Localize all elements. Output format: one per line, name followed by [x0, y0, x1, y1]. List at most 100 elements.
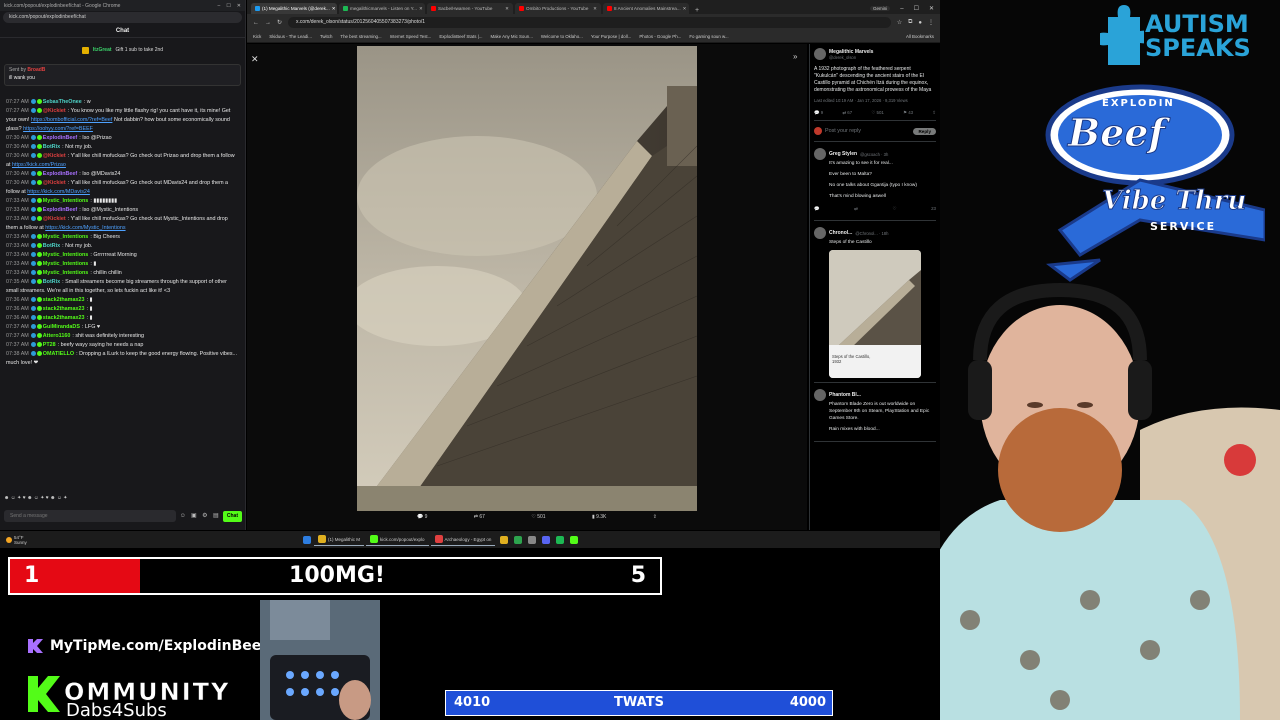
chat-message[interactable]: 07:33 AM ExplodinBeef: Iso @Mystic_Intent… [6, 206, 240, 215]
reload-icon[interactable]: ↻ [277, 19, 282, 26]
minimize-icon[interactable]: – [900, 6, 903, 12]
windows-start-icon[interactable] [303, 535, 311, 544]
weather-widget[interactable]: 54°F Sunny [0, 535, 300, 545]
emoji-icon[interactable]: ☺ [179, 512, 187, 520]
gemini-button[interactable]: Gemini [869, 6, 891, 11]
chat-message-input[interactable] [4, 510, 176, 522]
avatar[interactable] [814, 389, 826, 401]
message-username[interactable]: BotRix [43, 144, 60, 150]
message-username[interactable]: stack2thamax23 [43, 315, 85, 321]
obs-icon[interactable] [528, 535, 537, 544]
chat-message[interactable]: 07:38 AM OMATIELLO: Dropping a lLurk to k… [6, 350, 240, 368]
chat-message[interactable]: 07:36 AM stack2thamax23: ▮ [6, 305, 240, 314]
views-action[interactable]: ▮ 9.3K [592, 514, 606, 526]
message-username[interactable]: Mystic_Intentions [43, 234, 89, 240]
message-link[interactable]: https://bombofficial.com/?ref=Beef [31, 117, 113, 123]
chat-message[interactable]: 07:30 AM @Kickiet: Y'all like chill mofuc… [6, 152, 240, 170]
kick-icon[interactable] [570, 535, 579, 544]
message-username[interactable]: Mystic_Intentions [43, 252, 89, 258]
bookmark-item[interactable]: Photos - Google Ph... [639, 34, 681, 39]
back-icon[interactable]: ← [253, 20, 259, 26]
reply-post[interactable]: Chronol... @Chronol... · 18h Steps of the … [814, 227, 936, 383]
message-username[interactable]: Attero1160 [43, 333, 71, 339]
tab-close-icon[interactable]: ✕ [593, 6, 597, 12]
bookmark-item[interactable]: Kick [253, 34, 261, 39]
forward-icon[interactable]: → [265, 20, 271, 26]
chat-message[interactable]: 07:37 AM PT28: beefy wayy saying he needs… [6, 341, 240, 350]
reply-post[interactable]: Greg Stylen @gscoach · 3h It's amazing to … [814, 148, 936, 221]
bookmark-star-icon[interactable]: ☆ [897, 19, 902, 26]
message-username[interactable]: BotRix [43, 243, 60, 249]
message-username[interactable]: SebasTheOnee [43, 99, 82, 105]
view-count[interactable]: 23 [931, 206, 936, 212]
message-link[interactable]: https://oohyy.com/?ref=BEEF [23, 126, 93, 132]
message-username[interactable]: ExplodinBeef [43, 207, 77, 213]
avatar[interactable] [814, 148, 826, 160]
chat-message-list[interactable]: 07:27 AM SebasTheOnee: w 07:27 AM @Kickiet:… [0, 98, 245, 493]
tab-close-icon[interactable]: ✕ [419, 6, 423, 12]
message-username[interactable]: stack2thamax23 [43, 306, 85, 312]
gift-icon[interactable]: ▣ [190, 512, 198, 520]
message-link[interactable]: https://kick.com/Mystic_Intentions [45, 225, 125, 231]
reply-author[interactable]: Greg Stylen @gscoach · 3h [814, 148, 936, 160]
chat-message[interactable]: 07:35 AM BotRix: Small streamers become b… [6, 278, 240, 296]
avatar[interactable] [814, 48, 826, 60]
message-username[interactable]: @Kickiet [43, 153, 66, 159]
bookmark-item[interactable]: Welcome to Oklaho... [541, 34, 583, 39]
bookmark-item[interactable]: Internet Speed Test... [390, 34, 432, 39]
profile-icon[interactable]: ● [918, 20, 922, 26]
close-icon[interactable]: ✕ [929, 5, 934, 12]
chat-message[interactable]: 07:33 AM Mystic_Intentions: chillin chill… [6, 269, 240, 278]
address-bar[interactable]: x.com/derek_olson/status/201256040550738… [288, 17, 891, 28]
browser-tab[interactable]: 8 Ancient Anomalies Mainstrea... ✕ [603, 3, 689, 14]
bookmark-item[interactable]: Twitch [320, 34, 332, 39]
like-action[interactable]: ♡ 501 [531, 514, 545, 526]
reply-author[interactable]: Chronol... @Chronol... · 18h [814, 227, 936, 239]
message-username[interactable]: BotRix [43, 279, 60, 285]
chat-message[interactable]: 07:30 AM @Kickiet: Y'all like chill mofuc… [6, 179, 240, 197]
reply-preview[interactable]: Sent by BroadB ill wank you [4, 64, 241, 86]
chat-message[interactable]: 07:33 AM @Kickiet: Y'all like chill mofuc… [6, 215, 240, 233]
chat-message[interactable]: 07:36 AM stack2thamax23: ▮ [6, 314, 240, 323]
reply-count[interactable]: 💬 [814, 206, 819, 212]
chat-message[interactable]: 07:30 AM BotRix: Not my job. [6, 143, 240, 152]
close-photo-icon[interactable]: ✕ [251, 54, 261, 64]
close-icon[interactable]: ✕ [237, 3, 241, 9]
chat-message[interactable]: 07:30 AM ExplodinBeef: Iso @Prizao [6, 134, 240, 143]
chat-message[interactable]: 07:27 AM SebasTheOnee: w [6, 98, 240, 107]
minimize-icon[interactable]: – [218, 3, 221, 9]
reply-input[interactable]: Post your reply [825, 128, 861, 134]
chat-message[interactable]: 07:33 AM BotRix: Not my job. [6, 242, 240, 251]
bookmark-item[interactable]: ExplodinBeef Stats |... [439, 34, 482, 39]
share-icon[interactable]: ⇪ [932, 110, 936, 116]
pyramid-photo[interactable] [357, 46, 697, 511]
bookmark-item[interactable]: Skiduus - The Leadi... [269, 34, 312, 39]
reply-post[interactable]: Phantom Bl... Phantom Blade Zero is out w… [814, 389, 936, 442]
browser-tab[interactable]: megalithicmarvels - Listen on Y... ✕ [339, 3, 425, 14]
avatar[interactable] [814, 227, 826, 239]
message-username[interactable]: ExplodinBeef [43, 135, 77, 141]
message-username[interactable]: @Kickiet [43, 216, 66, 222]
browser-tab[interactable]: (1) Megalithic Marvels (@derek... ✕ [251, 3, 337, 14]
new-tab-icon[interactable]: + [691, 7, 703, 14]
chat-message[interactable]: 07:37 AM GuiMirandaDS: LFG ♥ [6, 323, 240, 332]
leaderboard-icon[interactable]: ▤ [212, 512, 220, 520]
chat-message[interactable]: 07:36 AM stack2thamax23: ▮ [6, 296, 240, 305]
message-username[interactable]: GuiMirandaDS [43, 324, 80, 330]
message-username[interactable]: ExplodinBeef [43, 171, 77, 177]
tab-close-icon[interactable]: ✕ [683, 6, 687, 12]
bookmark-item[interactable]: Your Purpose | doll... [591, 34, 632, 39]
maximize-icon[interactable]: ☐ [226, 3, 230, 9]
taskbar-app[interactable]: kick.com/popout/explo [366, 533, 429, 546]
tweet-author[interactable]: Megalithic Marvels @derek_olson [814, 48, 936, 60]
message-link[interactable]: https://kick.com/Prizao [12, 162, 66, 168]
emote-bar[interactable]: ☻ ☺ ✦ ♥ ☻ ☺ ✦ ♥ ☻ ☺ ✦ [4, 495, 240, 503]
file-explorer-icon[interactable] [500, 535, 509, 544]
browser-tab[interactable]: Ombito Productions - YouTube ✕ [515, 3, 601, 14]
message-username[interactable]: Mystic_Intentions [43, 270, 89, 276]
reply-author[interactable]: Phantom Bl... [814, 389, 936, 401]
chat-message[interactable]: 07:33 AM Mystic_Intentions: ▮ [6, 260, 240, 269]
message-username[interactable]: @Kickiet [43, 180, 66, 186]
message-username[interactable]: @Kickiet [43, 108, 66, 114]
chat-message[interactable]: 07:30 AM ExplodinBeef: Iso @MDavis24 [6, 170, 240, 179]
